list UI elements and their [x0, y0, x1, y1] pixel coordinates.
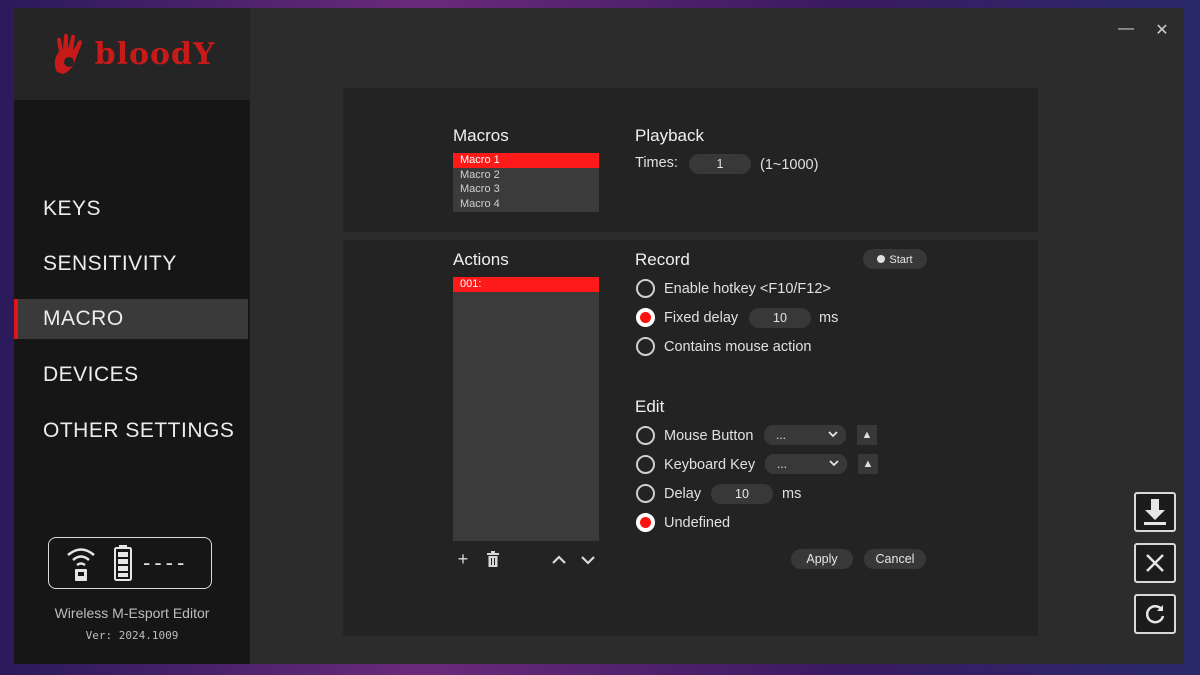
refresh-button[interactable] [1134, 594, 1176, 634]
keyboard-key-label: Keyboard Key [664, 457, 756, 473]
undefined-radio[interactable] [636, 513, 655, 532]
mouse-button-select[interactable]: ... [764, 425, 846, 445]
move-up-icon[interactable] [549, 549, 569, 569]
chevron-down-icon [829, 454, 839, 474]
app-version: Ver: 2024.1009 [85, 629, 179, 642]
mouse-button-up-button[interactable]: ▲ [857, 425, 877, 445]
macros-title: Macros [453, 126, 509, 145]
delay-input[interactable]: 10 [711, 484, 773, 504]
macro-list-item[interactable]: Macro 1 [453, 153, 599, 168]
fixed-delay-unit: ms [819, 310, 839, 326]
logo-text: bloodY [94, 36, 216, 72]
bloody-hand-icon [54, 33, 82, 74]
macros-list[interactable]: Macro 1 Macro 2 Macro 3 Macro 4 [453, 153, 599, 212]
cancel-button[interactable]: Cancel [864, 549, 926, 569]
device-status: ---- [48, 537, 212, 589]
close-window-button[interactable]: ✕ [1151, 20, 1173, 40]
battery-icon [114, 545, 132, 581]
macro-list-item[interactable]: Macro 4 [453, 197, 599, 212]
nav-item-macro[interactable]: MACRO [14, 299, 248, 339]
mouse-button-select-value: ... [776, 428, 787, 442]
download-icon [1144, 499, 1166, 525]
macro-list-item[interactable]: Macro 3 [453, 182, 599, 197]
fixed-delay-label: Fixed delay [664, 310, 739, 326]
nav-item-other-settings[interactable]: OTHER SETTINGS [14, 411, 248, 451]
nav-item-keys[interactable]: KEYS [14, 189, 248, 229]
nav-item-sensitivity[interactable]: SENSITIVITY [14, 244, 248, 284]
contains-mouse-action-label: Contains mouse action [664, 339, 812, 355]
mouse-button-label: Mouse Button [664, 428, 754, 444]
add-icon[interactable]: + [453, 549, 473, 569]
keyboard-key-select[interactable]: ... [765, 454, 847, 474]
fixed-delay-input[interactable]: 10 [749, 308, 811, 328]
undefined-label: Undefined [664, 515, 731, 531]
logo: bloodY [14, 8, 250, 100]
minimize-button[interactable]: — [1115, 20, 1137, 40]
close-icon [1146, 554, 1164, 572]
app-window: bloodY KEYS SENSITIVITY MACRO DEVICES OT… [14, 8, 1184, 664]
move-down-icon[interactable] [578, 549, 598, 569]
actions-list[interactable]: 001: [453, 277, 599, 541]
trash-icon[interactable] [483, 549, 503, 569]
times-range-label: (1~1000) [760, 157, 819, 173]
enable-hotkey-label: Enable hotkey <F10/F12> [664, 281, 831, 297]
keyboard-key-up-button[interactable]: ▲ [858, 454, 878, 474]
battery-level-text: ---- [143, 550, 189, 575]
keyboard-key-select-value: ... [777, 457, 788, 471]
wireless-icon [67, 548, 95, 581]
delay-label: Delay [664, 486, 702, 502]
fixed-delay-radio[interactable] [636, 308, 655, 327]
refresh-icon [1145, 605, 1165, 624]
start-record-button[interactable]: Start [863, 249, 927, 269]
mouse-button-radio[interactable] [636, 426, 655, 445]
macro-list-item[interactable]: Macro 2 [453, 168, 599, 183]
record-dot-icon [877, 255, 886, 263]
sidebar: bloodY KEYS SENSITIVITY MACRO DEVICES OT… [14, 8, 250, 664]
start-record-label: Start [889, 254, 913, 266]
nav-item-devices[interactable]: DEVICES [14, 355, 248, 395]
times-label: Times: [635, 155, 678, 171]
contains-mouse-action-radio[interactable] [636, 337, 655, 356]
actions-title: Actions [453, 250, 509, 269]
enable-hotkey-radio[interactable] [636, 279, 655, 298]
playback-title: Playback [635, 126, 704, 145]
record-title: Record [635, 250, 690, 269]
delay-radio[interactable] [636, 484, 655, 503]
download-button[interactable] [1134, 492, 1176, 532]
reset-button[interactable] [1134, 543, 1176, 583]
apply-button[interactable]: Apply [791, 549, 853, 569]
keyboard-key-radio[interactable] [636, 455, 655, 474]
delay-unit: ms [782, 486, 802, 502]
times-input[interactable]: 1 [689, 154, 751, 174]
action-list-item[interactable]: 001: [453, 277, 599, 292]
chevron-down-icon [828, 425, 838, 445]
app-name: Wireless M-Esport Editor [54, 605, 210, 621]
edit-title: Edit [635, 397, 665, 416]
